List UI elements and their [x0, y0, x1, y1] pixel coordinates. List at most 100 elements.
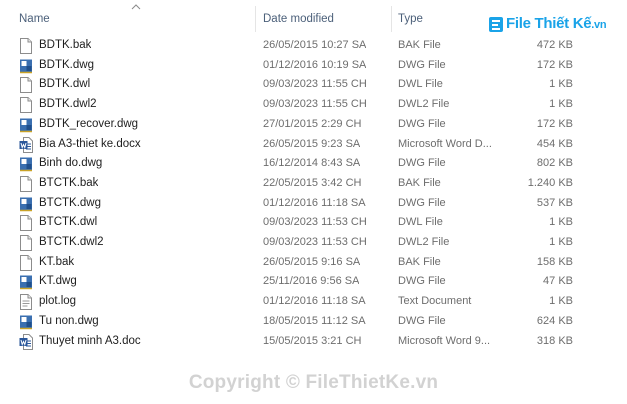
copyright-watermark: Copyright © FileThietKe.vn [188, 372, 439, 393]
file-name: BTCTK.dwl2 [39, 236, 104, 248]
file-date-modified: 09/03/2023 11:55 CH [263, 78, 367, 91]
file-date-modified: 26/05/2015 9:23 SA [263, 137, 361, 150]
dwg-file-icon [19, 196, 33, 212]
file-row[interactable]: BTCTK.dwl 09/03/2023 11:53 CH DWL File 1 KB [0, 213, 627, 232]
file-type: DWG File [398, 157, 446, 170]
file-size: 172 KB [536, 117, 573, 130]
column-divider[interactable] [255, 6, 256, 32]
logo-mark-icon [489, 17, 503, 32]
file-row[interactable]: BDTK.bak 26/05/2015 10:27 SA BAK File 472 K… [0, 36, 627, 55]
file-row[interactable]: Binh do.dwg 16/12/2014 8:43 SA DWG File 802… [0, 154, 627, 173]
file-row[interactable]: Tu non.dwg 18/05/2015 11:12 SA DWG File 624… [0, 312, 627, 331]
file-type: DWG File [398, 275, 446, 288]
file-type: Text Document [398, 295, 472, 308]
file-name: KT.bak [39, 255, 75, 268]
sort-ascending-icon[interactable] [131, 3, 141, 11]
generic-file-icon [19, 235, 33, 251]
file-size: 472 KB [536, 39, 573, 51]
file-size: 158 KB [536, 255, 573, 268]
file-row[interactable]: BDTK.dwl2 09/03/2023 11:55 CH DWL2 File 1 K… [0, 95, 627, 114]
file-type: Microsoft Word 9... [398, 334, 491, 347]
file-date-modified: 09/03/2023 11:55 CH [263, 98, 367, 111]
logo-brand: File Thiết Kế [506, 15, 592, 32]
column-header: Name Date modified Type File Thiết Kế.vn [0, 0, 627, 38]
file-row[interactable]: BDTK_recover.dwg 27/01/2015 2:29 CH DWG Fi… [0, 115, 627, 134]
file-name: BDTK.dwl [39, 78, 91, 91]
file-name: BTCTK.dwg [39, 196, 101, 209]
file-name: Tu non.dwg [39, 314, 99, 327]
generic-file-icon [19, 77, 33, 94]
file-date-modified: 25/11/2016 9:56 SA [263, 275, 360, 288]
column-name-header[interactable]: Name [19, 10, 50, 28]
file-date-modified: 01/12/2016 10:19 SA [263, 58, 367, 71]
file-type: Microsoft Word D... [398, 137, 492, 150]
file-size: 1 KB [549, 295, 573, 308]
text-file-icon [19, 294, 33, 311]
file-row[interactable]: BTCTK.bak 22/05/2015 3:42 CH BAK File 1.240… [0, 174, 627, 193]
file-size: 454 KB [536, 137, 573, 150]
file-row[interactable]: BTCTK.dwl2 09/03/2023 11:53 CH DWL2 File 1 … [0, 233, 627, 252]
file-row[interactable]: BDTK.dwl 09/03/2023 11:55 CH DWL File 1 KB [0, 75, 627, 94]
file-size: 802 KB [536, 157, 573, 170]
dwg-file-icon [19, 117, 33, 133]
file-date-modified: 26/05/2015 10:27 SA [263, 39, 367, 51]
column-divider[interactable] [391, 6, 392, 32]
file-type: BAK File [398, 255, 441, 268]
file-size: 172 KB [536, 58, 573, 71]
file-type: DWL File [398, 216, 443, 229]
file-size: 1 KB [549, 216, 573, 229]
file-type: DWG File [398, 314, 446, 327]
file-date-modified: 16/12/2014 8:43 SA [263, 157, 361, 170]
file-size: 1 KB [549, 78, 573, 91]
generic-file-icon [19, 254, 33, 271]
file-date-modified: 01/12/2016 11:18 SA [263, 295, 366, 308]
file-size: 1.240 KB [527, 176, 573, 189]
dwg-file-icon [19, 314, 33, 330]
file-date-modified: 01/12/2016 11:18 SA [263, 196, 366, 209]
file-date-modified: 18/05/2015 11:12 SA [263, 314, 366, 327]
file-size: 318 KB [536, 334, 573, 347]
file-row[interactable]: BDTK.dwg 01/12/2016 10:19 SA DWG File 172 K… [0, 56, 627, 75]
file-name: BDTK.dwl2 [39, 98, 97, 111]
file-name: BTCTK.dwl [39, 216, 98, 229]
file-type: DWG File [398, 117, 446, 130]
dwg-file-icon [19, 58, 33, 74]
file-type: DWL2 File [398, 236, 450, 248]
dwg-file-icon [19, 274, 33, 290]
generic-file-icon [19, 38, 33, 54]
file-type: BAK File [398, 39, 441, 51]
file-type: DWG File [398, 58, 446, 71]
file-name: Thuyet minh A3.doc [39, 334, 141, 347]
file-date-modified: 15/05/2015 3:21 CH [263, 334, 362, 347]
file-type: DWL2 File [398, 98, 450, 111]
file-row[interactable]: Thuyet minh A3.doc 15/05/2015 3:21 CH Micr… [0, 332, 627, 351]
file-name: KT.dwg [39, 275, 77, 288]
file-type: BAK File [398, 176, 441, 189]
file-type: DWL File [398, 78, 443, 91]
file-size: 624 KB [536, 314, 573, 327]
word-file-icon [19, 333, 33, 350]
file-row[interactable]: Bia A3-thiet ke.docx 26/05/2015 9:23 SA Mi… [0, 135, 627, 154]
column-date-modified-header[interactable]: Date modified [263, 10, 334, 28]
file-row[interactable]: KT.dwg 25/11/2016 9:56 SA DWG File 47 KB [0, 272, 627, 291]
file-date-modified: 22/05/2015 3:42 CH [263, 176, 362, 189]
file-size: 47 KB [543, 275, 573, 288]
generic-file-icon [19, 175, 33, 192]
generic-file-icon [19, 215, 33, 232]
logo-text: File Thiết Kế.vn [506, 15, 607, 32]
logo-tld: .vn [591, 19, 607, 31]
file-name: plot.log [39, 295, 77, 308]
word-file-icon [19, 136, 33, 153]
file-name: Bia A3-thiet ke.docx [39, 137, 141, 150]
file-date-modified: 26/05/2015 9:16 SA [263, 255, 361, 268]
file-type: DWG File [398, 196, 446, 209]
file-row[interactable]: KT.bak 26/05/2015 9:16 SA BAK File 158 KB [0, 253, 627, 272]
column-type-header[interactable]: Type [398, 10, 423, 28]
file-date-modified: 09/03/2023 11:53 CH [263, 236, 367, 248]
file-name: Binh do.dwg [39, 157, 103, 170]
file-row[interactable]: plot.log 01/12/2016 11:18 SA Text Document… [0, 292, 627, 311]
file-row[interactable]: BTCTK.dwg 01/12/2016 11:18 SA DWG File 537 … [0, 194, 627, 213]
file-size: 537 KB [536, 196, 573, 209]
file-date-modified: 27/01/2015 2:29 CH [263, 117, 362, 130]
generic-file-icon [19, 97, 33, 114]
